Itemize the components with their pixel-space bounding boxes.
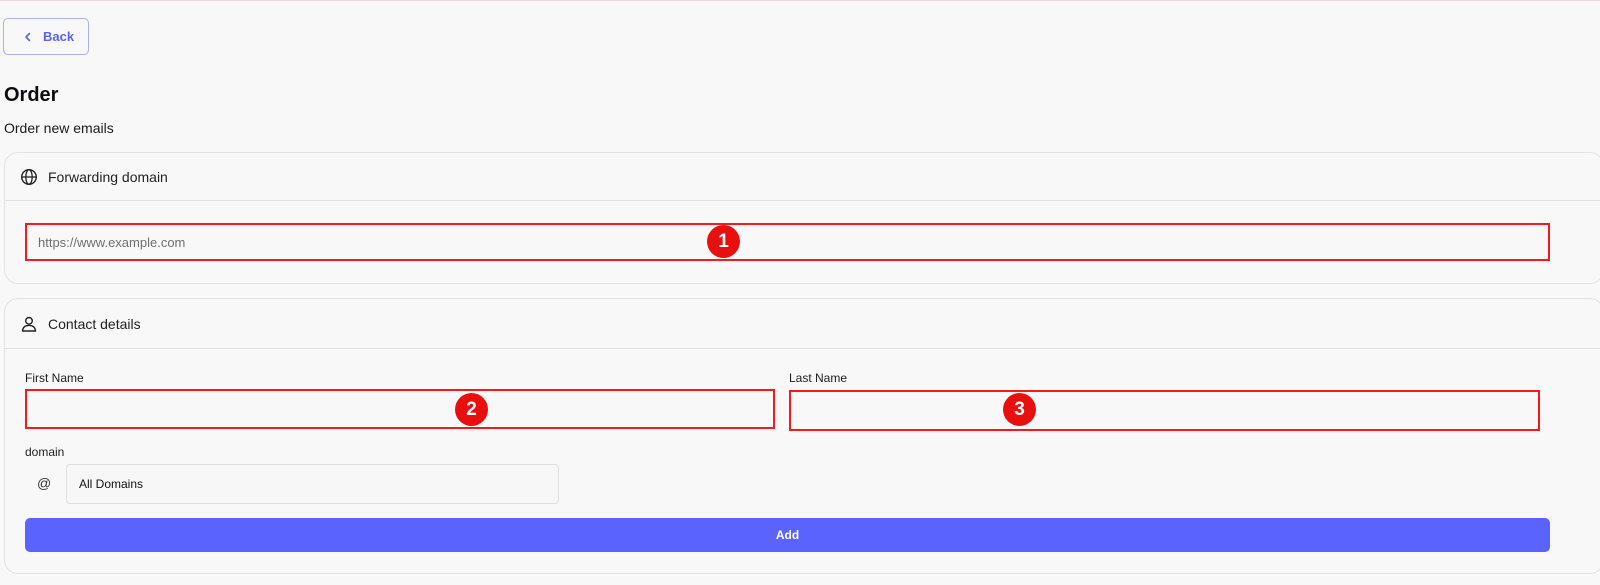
domain-select-value: All Domains bbox=[79, 477, 144, 491]
back-button[interactable]: Back bbox=[3, 18, 89, 55]
last-name-input[interactable] bbox=[791, 392, 1538, 429]
contact-details-header: Contact details bbox=[5, 299, 1600, 349]
page-title: Order bbox=[4, 84, 59, 106]
forwarding-domain-header: Forwarding domain bbox=[5, 153, 1600, 201]
chevron-left-icon bbox=[23, 31, 35, 43]
last-name-input-wrapper bbox=[789, 390, 1540, 431]
domain-select[interactable]: All Domains bbox=[66, 464, 559, 504]
top-divider bbox=[0, 0, 1600, 1]
forwarding-url-input[interactable] bbox=[27, 225, 1548, 259]
last-name-label: Last Name bbox=[789, 371, 848, 385]
forwarding-domain-card: Forwarding domain bbox=[4, 152, 1600, 284]
user-icon bbox=[20, 315, 38, 333]
page-subtitle: Order new emails bbox=[4, 120, 114, 136]
domain-prefix: @ bbox=[37, 475, 52, 491]
back-button-label: Back bbox=[43, 29, 75, 44]
add-button[interactable]: Add bbox=[25, 518, 1550, 552]
add-button-label: Add bbox=[775, 528, 800, 542]
first-name-label: First Name bbox=[25, 371, 84, 385]
first-name-input-wrapper bbox=[25, 389, 775, 429]
contact-details-title: Contact details bbox=[48, 315, 141, 332]
forwarding-domain-title: Forwarding domain bbox=[48, 168, 168, 185]
first-name-input[interactable] bbox=[27, 391, 773, 427]
globe-icon bbox=[20, 168, 38, 186]
domain-label: domain bbox=[25, 445, 65, 459]
forwarding-url-input-wrapper bbox=[25, 223, 1550, 261]
